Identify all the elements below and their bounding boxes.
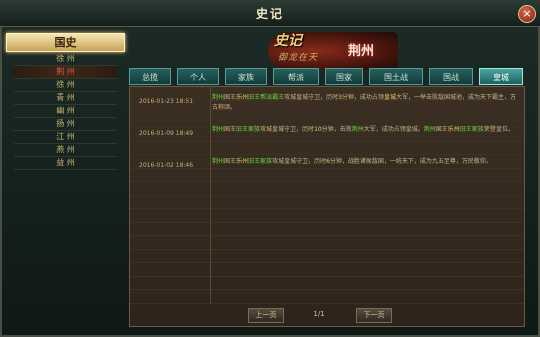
log-row-background	[130, 263, 524, 277]
time-column-divider	[210, 87, 211, 303]
message-segment: 大军，成功占领皇城。	[363, 126, 424, 133]
sidebar-item[interactable]: 青 州	[14, 92, 117, 105]
sidebar-item[interactable]: 徐 州	[14, 53, 117, 66]
prev-page-button[interactable]: 上一页	[248, 308, 284, 323]
tab[interactable]: 皇城	[479, 68, 523, 85]
tab[interactable]: 帮派	[273, 68, 319, 85]
tab[interactable]: 国战	[429, 68, 473, 85]
message-segment: 乐州	[236, 158, 249, 165]
tab[interactable]: 国土战	[369, 68, 423, 85]
message-segment: 旧王家族	[248, 158, 273, 165]
tab[interactable]: 国家	[325, 68, 363, 85]
sidebar-item[interactable]: 燕 州	[14, 144, 117, 157]
message-segment: 皇城	[383, 94, 396, 101]
message-segment: 荆州	[212, 94, 225, 101]
sidebar-item[interactable]: 益 州	[14, 157, 117, 170]
message-segment: 10	[314, 126, 322, 133]
close-icon[interactable]: ×	[518, 5, 536, 23]
message-segment: 国王	[224, 158, 237, 165]
region-name: 荆州	[348, 44, 375, 59]
page-indicator: 1/1	[313, 310, 325, 318]
history-log-panel: 2016-01-23 18:51 荆州国王乐州旧王帮派霸王攻城皇城守卫，历时3分钟…	[129, 86, 525, 327]
message-segment: 国王	[435, 126, 448, 133]
message-segment: 国王	[224, 94, 237, 101]
sidebar-item[interactable]: 徐 州	[14, 79, 117, 92]
log-row-background	[130, 249, 524, 263]
message-segment: 荆州	[351, 126, 364, 133]
log-row-background	[130, 195, 524, 209]
message-segment: 乐州	[236, 94, 249, 101]
tab[interactable]: 家族	[225, 68, 267, 85]
tab[interactable]: 个人	[177, 68, 219, 85]
log-row-background	[130, 222, 524, 236]
sidebar-header-national-history[interactable]: 国史	[6, 33, 125, 52]
message-segment: 旧王家族	[236, 126, 261, 133]
message-segment: 荣登皇位。	[483, 126, 514, 133]
message-segment: 分钟，成功占领	[341, 94, 384, 101]
entry-message: 荆州国王乐州旧王帮派霸王攻城皇城守卫，历时3分钟，成功占领皇城大军，一举击败敌国…	[212, 93, 518, 113]
sidebar-item[interactable]: 江 州	[14, 131, 117, 144]
message-segment: 攻城皇城守卫，历时	[272, 158, 327, 165]
pager: 上一页 1/1 下一页	[130, 304, 524, 326]
message-segment: 国王	[224, 126, 237, 133]
message-segment: 攻城皇城守卫，历时	[284, 94, 339, 101]
log-row-background	[130, 236, 524, 250]
next-page-button[interactable]: 下一页	[356, 308, 392, 323]
tab[interactable]: 总揽	[129, 68, 171, 85]
message-segment: 乐州	[447, 126, 460, 133]
log-row-background	[130, 209, 524, 223]
log-row-background	[130, 276, 524, 290]
message-segment: 荆州	[423, 126, 436, 133]
log-row-background	[130, 290, 524, 304]
log-row-background	[130, 182, 524, 196]
entry-timestamp: 2016-01-23 18:51	[139, 98, 194, 105]
message-segment: 分钟，战胜诸侯敌国，一统天下，成为九五至尊，万民敬仰。	[329, 158, 492, 165]
message-segment: 荆州	[212, 126, 225, 133]
entry-timestamp: 2016-01-09 18:49	[139, 130, 194, 137]
window-title: 史记	[255, 7, 284, 21]
entry-message: 荆州国王旧王家族攻城皇城守卫，历时10分钟，击败荆州大军，成功占领皇城。荆州国王…	[212, 125, 518, 135]
game-logo: 史记	[274, 33, 302, 49]
message-segment: 荆州	[212, 158, 225, 165]
sidebar-item[interactable]: 扬 州	[14, 118, 117, 131]
message-segment: 旧王	[248, 94, 261, 101]
message-segment: 帮派霸王	[260, 94, 285, 101]
entry-message: 荆州国王乐州旧王家族攻城皇城守卫，历时6分钟，战胜诸侯敌国，一统天下，成为九五至…	[212, 157, 518, 167]
game-logo-subtitle: 御龙在天	[278, 53, 319, 63]
title-bar: 史记 ×	[0, 0, 540, 27]
sidebar: 国史 徐 州荆 州徐 州青 州幽 州扬 州江 州燕 州益 州	[4, 33, 125, 173]
message-segment: 旧王家族	[459, 126, 484, 133]
category-tabs: 总揽 个人 家族 帮派 国家 国土战 国战 皇城	[129, 68, 525, 86]
entry-timestamp: 2016-01-02 18:46	[139, 162, 194, 169]
sidebar-item[interactable]: 幽 州	[14, 105, 117, 118]
log-row-background	[130, 141, 524, 155]
message-segment: 攻城皇城守卫，历时	[260, 126, 315, 133]
sidebar-item[interactable]: 荆 州	[14, 66, 117, 79]
message-segment: 分钟，击败	[321, 126, 352, 133]
region-banner: 史记 御龙在天 荆州	[268, 32, 398, 70]
